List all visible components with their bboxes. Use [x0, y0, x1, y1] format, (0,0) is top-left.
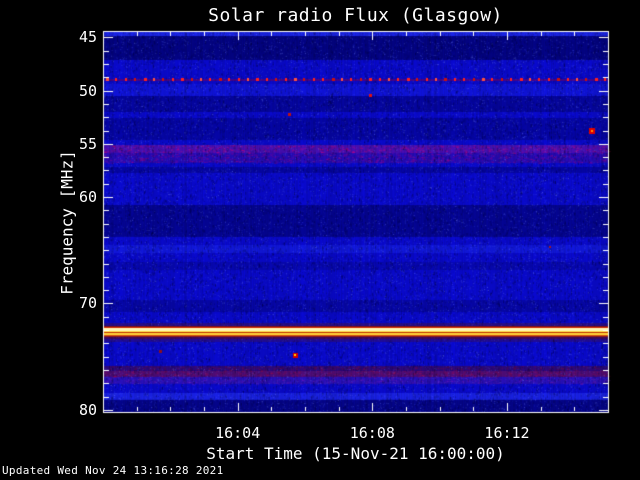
y-tick-label: 50	[78, 81, 97, 100]
x-tick-label: 16:04	[215, 424, 261, 442]
y-tick-label: 55	[78, 134, 97, 153]
spectrogram-window: Solar radio Flux (Glasgow) Frequency [MH…	[0, 0, 640, 480]
x-tick-label: 16:12	[484, 424, 530, 442]
y-tick-label: 45	[78, 28, 97, 47]
updated-timestamp: Updated Wed Nov 24 13:16:28 2021	[2, 464, 224, 477]
y-tick-label: 60	[78, 188, 97, 207]
x-axis-label: Start Time (15-Nov-21 16:00:00)	[206, 444, 505, 463]
y-tick-label: 80	[78, 400, 97, 419]
x-tick-label: 16:08	[349, 424, 395, 442]
y-tick-label: 70	[78, 294, 97, 313]
chart-title: Solar radio Flux (Glasgow)	[208, 5, 503, 26]
